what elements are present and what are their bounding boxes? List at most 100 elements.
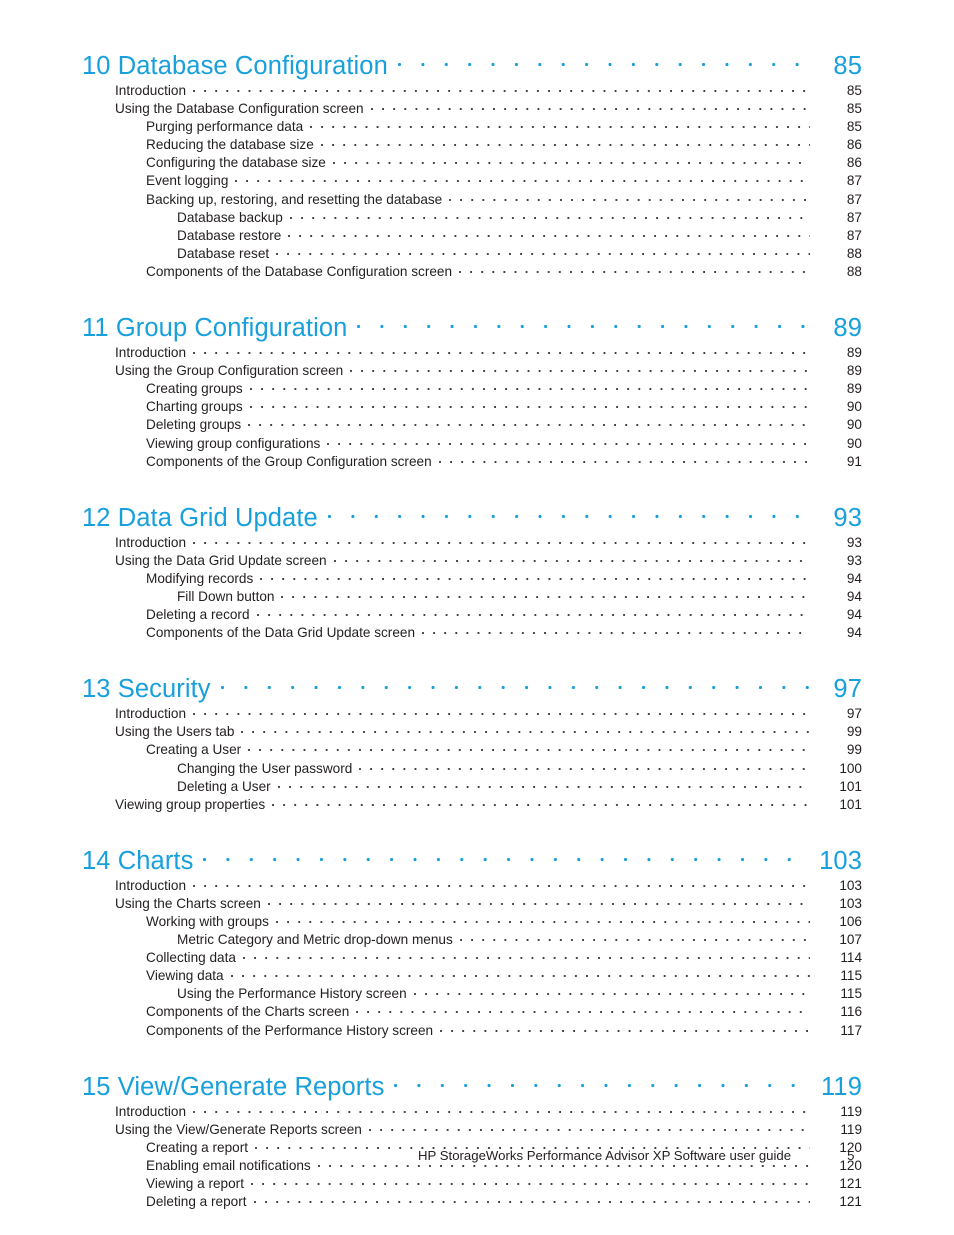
toc-entry[interactable]: Using the Performance History screen 115 (82, 984, 862, 1002)
toc-entry[interactable]: Components of the Charts screen 116 (82, 1002, 862, 1020)
toc-entry[interactable]: Event logging 87 (82, 171, 862, 189)
toc-entry-page-number: 121 (839, 1176, 862, 1192)
toc-entry-title: Creating groups (146, 381, 243, 397)
toc-entry-title: Using the Group Configuration screen (115, 363, 344, 379)
toc-entry-title: Collecting data (146, 950, 236, 966)
toc-entry[interactable]: Using the Data Grid Update screen 93 (82, 551, 862, 569)
toc-entry-title: Creating a User (146, 742, 242, 758)
dot-leader (275, 912, 810, 926)
toc-chapter-heading[interactable]: 13 Security 97 (82, 671, 862, 704)
dot-leader (413, 984, 810, 998)
toc-entry[interactable]: Introduction 103 (82, 876, 862, 894)
toc-entry[interactable]: Using the View/Generate Reports screen 11… (82, 1120, 862, 1138)
dot-leader (397, 48, 810, 74)
toc-entry-title: Database reset (177, 245, 270, 261)
toc-entry[interactable]: Using the Users tab 99 (82, 722, 862, 740)
toc-entry[interactable]: Viewing group configurations 90 (82, 434, 862, 452)
toc-entry[interactable]: Purging performance data 85 (82, 117, 862, 135)
toc-entry[interactable]: Deleting a User 101 (82, 777, 862, 795)
toc-entry[interactable]: Viewing a report 121 (82, 1174, 862, 1192)
toc-entry[interactable]: Database backup 87 (82, 208, 862, 226)
dot-leader (394, 1069, 810, 1095)
dot-leader (332, 153, 810, 167)
toc-entry-title: Introduction (115, 345, 187, 361)
toc-entry[interactable]: Using the Group Configuration screen 89 (82, 361, 862, 379)
toc-entry[interactable]: Configuring the database size 86 (82, 153, 862, 171)
page-footer: HP StorageWorks Performance Advisor XP S… (82, 1148, 862, 1163)
toc-entry[interactable]: Introduction 119 (82, 1102, 862, 1120)
chapter-spacer (82, 280, 862, 310)
toc-chapter-block: 13 Security 97 Introduction 97 Using the Use… (82, 671, 862, 813)
toc-entry[interactable]: Deleting groups 90 (82, 415, 862, 433)
toc-entry-title: Introduction (115, 706, 187, 722)
toc-entry[interactable]: Collecting data 114 (82, 948, 862, 966)
dot-leader (193, 876, 810, 890)
toc-entry[interactable]: Working with groups 106 (82, 912, 862, 930)
dot-leader (235, 171, 810, 185)
toc-chapter-heading[interactable]: 15 View/Generate Reports 119 (82, 1069, 862, 1102)
toc-entry-page-number: 99 (846, 742, 862, 758)
toc-entry-page-number: 94 (846, 570, 862, 586)
toc-entry[interactable]: Components of the Group Configuration sc… (82, 452, 862, 470)
toc-chapter-heading[interactable]: 10 Database Configuration 85 (82, 48, 862, 81)
toc-entry-title: Deleting groups (146, 417, 242, 433)
toc-entry-title: Database backup (177, 209, 283, 225)
toc-entry[interactable]: Components of the Database Configuration… (82, 262, 862, 280)
toc-entry[interactable]: Components of the Data Grid Update scree… (82, 623, 862, 641)
toc-entry-page-number: 117 (840, 1022, 862, 1038)
toc-entry[interactable]: Viewing group properties 101 (82, 795, 862, 813)
dot-leader (422, 623, 810, 637)
toc-entry-title: Purging performance data (146, 119, 304, 135)
toc-entry[interactable]: Changing the User password 100 (82, 759, 862, 777)
dot-leader (248, 415, 810, 429)
toc-entry[interactable]: Components of the Performance History sc… (82, 1021, 862, 1039)
dot-leader (327, 434, 810, 448)
toc-entry-title: Using the Performance History screen (177, 986, 407, 1002)
toc-entry-title: Introduction (115, 83, 187, 98)
toc-entry[interactable]: Creating a User 99 (82, 740, 862, 758)
toc-entry-title: Deleting a record (146, 607, 250, 623)
toc-chapter-heading[interactable]: 11 Group Configuration 89 (82, 310, 862, 343)
toc-entry-page-number: 85 (846, 101, 862, 117)
toc-entry[interactable]: Creating groups 89 (82, 379, 862, 397)
toc-entry[interactable]: Deleting a record 94 (82, 605, 862, 623)
toc-entry-title: Introduction (115, 534, 187, 550)
toc-chapter-heading[interactable]: 14 Charts 103 (82, 843, 862, 876)
toc-entry[interactable]: Introduction 97 (82, 704, 862, 722)
dot-leader (288, 226, 810, 240)
toc-entry[interactable]: Charting groups 90 (82, 397, 862, 415)
toc-entry[interactable]: Introduction 85 (82, 81, 862, 99)
toc-entry[interactable]: Database restore 87 (82, 226, 862, 244)
dot-leader (248, 740, 810, 754)
toc-entry-page-number: 100 (839, 760, 862, 776)
dot-leader (277, 777, 810, 791)
dot-leader (459, 262, 810, 276)
toc-entry-page-number: 101 (839, 778, 862, 794)
toc-entry[interactable]: Metric Category and Metric drop-down men… (82, 930, 862, 948)
toc-entry[interactable]: Modifying records 94 (82, 569, 862, 587)
toc-entry-title: Components of the Group Configuration sc… (146, 453, 432, 469)
toc-entry[interactable]: Reducing the database size 86 (82, 135, 862, 153)
toc-entry[interactable]: Deleting a report 121 (82, 1192, 862, 1210)
toc-entry-title: Event logging (146, 173, 229, 189)
toc-entry[interactable]: Backing up, restoring, and resetting the… (82, 190, 862, 208)
toc-chapter-title: 14 Charts (82, 846, 194, 875)
toc-entry[interactable]: Introduction 93 (82, 533, 862, 551)
dot-leader (203, 843, 810, 869)
toc-entry[interactable]: Viewing data 115 (82, 966, 862, 984)
toc-entry-title: Components of the Database Configuration… (146, 263, 453, 279)
toc-entry-page-number: 94 (846, 625, 862, 641)
toc-chapter-heading[interactable]: 12 Data Grid Update 93 (82, 500, 862, 533)
toc-entry-page-number: 119 (840, 1121, 862, 1137)
toc-entry[interactable]: Database reset 88 (82, 244, 862, 262)
dot-leader (242, 948, 810, 962)
toc-entry[interactable]: Fill Down button 94 (82, 587, 862, 605)
toc-entry[interactable]: Using the Database Configuration screen 8… (82, 99, 862, 117)
dot-leader (459, 930, 810, 944)
table-of-contents-page: 10 Database Configuration 85 Introduction 8… (0, 0, 954, 1235)
toc-entry[interactable]: Introduction 89 (82, 343, 862, 361)
toc-chapter-page-number: 89 (833, 314, 862, 343)
toc-entry[interactable]: Using the Charts screen 103 (82, 894, 862, 912)
dot-leader (276, 244, 810, 258)
toc-entry-page-number: 90 (846, 417, 862, 433)
